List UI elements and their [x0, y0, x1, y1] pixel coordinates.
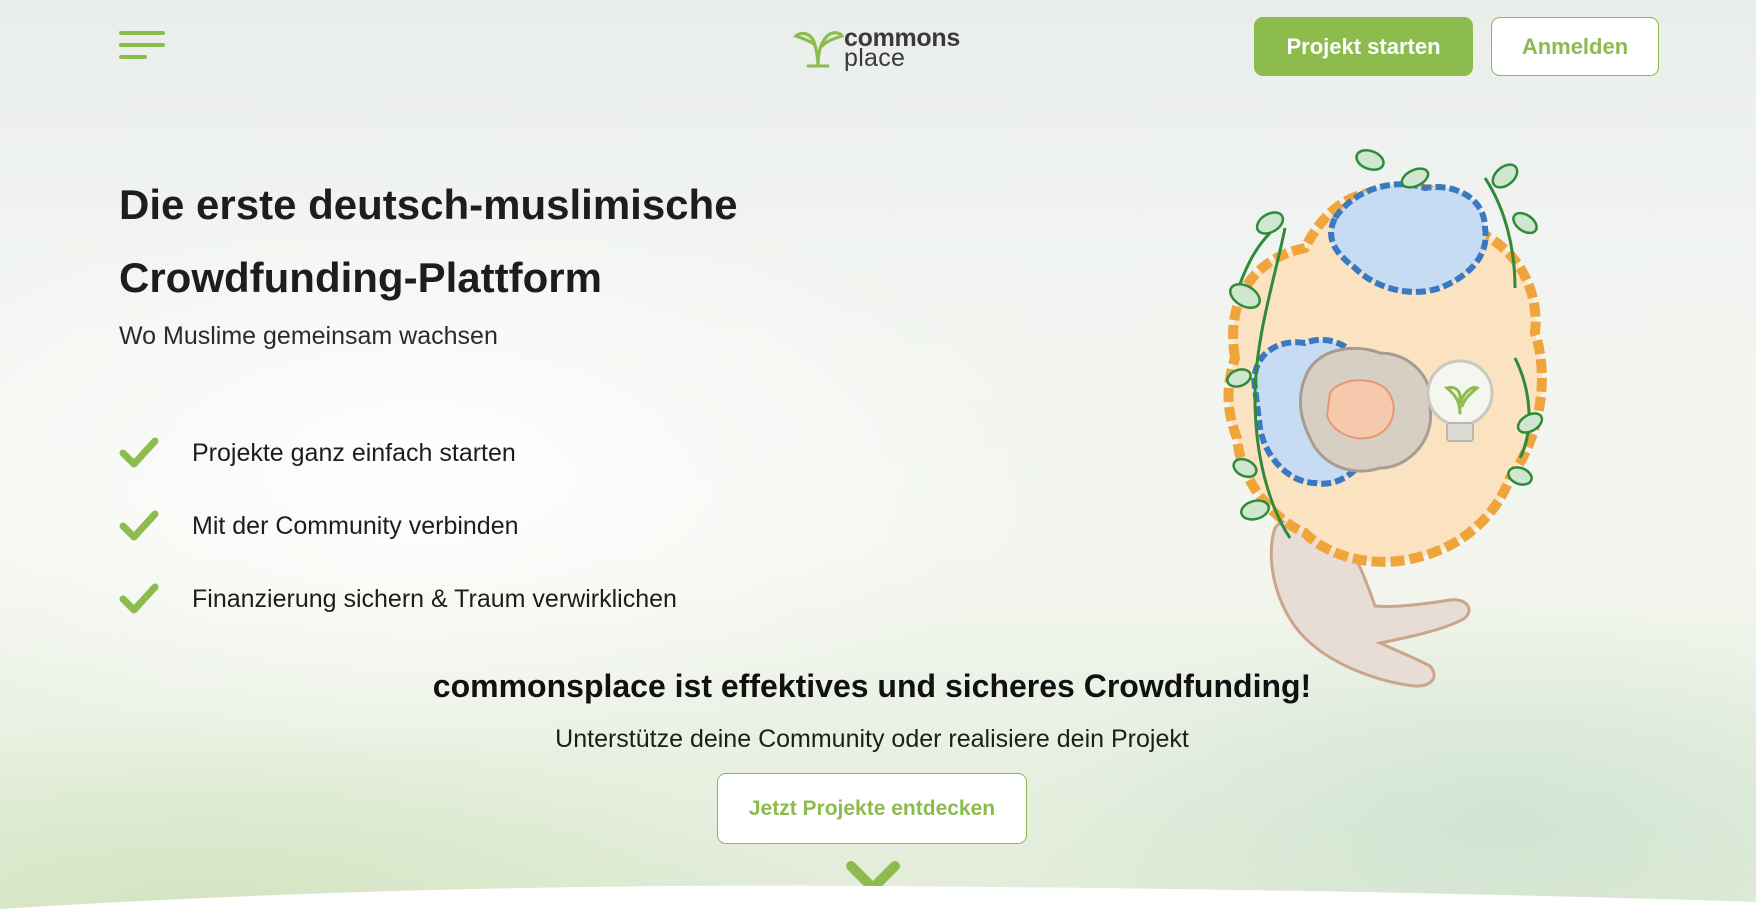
- sprout-cup-icon: [793, 31, 844, 68]
- logo[interactable]: commons place: [792, 24, 967, 72]
- feature-text: Finanzierung sichern & Traum verwirklich…: [192, 584, 677, 613]
- feature-item: Projekte ganz einfach starten: [119, 433, 516, 473]
- hero-title: Die erste deutsch-muslimische Crowdfundi…: [119, 168, 879, 314]
- discover-projects-button[interactable]: Jetzt Projekte entdecken: [717, 773, 1027, 844]
- start-project-button[interactable]: Projekt starten: [1254, 17, 1473, 76]
- feature-text: Mit der Community verbinden: [192, 511, 519, 540]
- hero-title-line1: Die erste deutsch-muslimische: [119, 181, 738, 228]
- tagline: commonsplace ist effektives und sicheres…: [432, 668, 1312, 704]
- feature-item: Mit der Community verbinden: [119, 506, 519, 546]
- bottom-wave-divider: [0, 885, 1756, 909]
- feature-item: Finanzierung sichern & Traum verwirklich…: [119, 579, 677, 619]
- checkmark-icon: [119, 437, 159, 468]
- hamburger-menu-icon[interactable]: [119, 31, 167, 61]
- calligraphy-world-hand-illustration: [1223, 149, 1547, 688]
- hero-subtitle: Wo Muslime gemeinsam wachsen: [119, 322, 498, 350]
- checkmark-icon: [119, 583, 159, 614]
- feature-text: Projekte ganz einfach starten: [192, 438, 516, 467]
- login-button[interactable]: Anmelden: [1491, 17, 1659, 76]
- hero-title-line2: Crowdfunding-Plattform: [119, 254, 602, 301]
- tagline-sub: Unterstütze deine Community oder realisi…: [555, 725, 1189, 753]
- checkmark-icon: [119, 510, 159, 541]
